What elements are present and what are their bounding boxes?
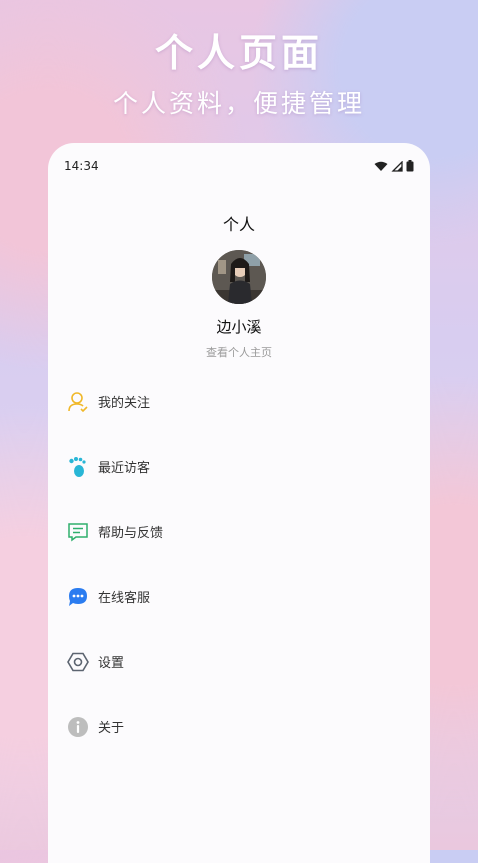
avatar[interactable] xyxy=(212,250,266,304)
promo-title: 个人页面 xyxy=(154,31,323,75)
status-bar: 14:34 xyxy=(64,157,414,175)
menu-label-recent-visitors: 最近访客 xyxy=(98,461,151,476)
menu-item-customer-service[interactable]: 在线客服 xyxy=(48,564,430,629)
username: 边小溪 xyxy=(216,318,262,336)
page-title: 个人 xyxy=(222,215,255,234)
menu-label-settings: 设置 xyxy=(98,656,125,671)
footprint-icon xyxy=(66,455,90,479)
status-icons xyxy=(374,160,414,172)
settings-hexagon-icon xyxy=(66,650,90,674)
menu-list: 我的关注 最近访客 帮助与反馈 在线客服 设置 关于 xyxy=(48,369,430,759)
phone-screen: 14:34 个人 边小溪 查看个人主页 我的关注 最近访客 帮助与反馈 在线客服… xyxy=(48,143,430,863)
menu-item-settings[interactable]: 设置 xyxy=(48,629,430,694)
menu-label-customer-service: 在线客服 xyxy=(98,591,151,606)
cellular-signal-icon xyxy=(391,160,403,172)
promo-subtitle: 个人资料，便捷管理 xyxy=(112,89,365,118)
battery-icon xyxy=(406,160,414,172)
menu-item-recent-visitors[interactable]: 最近访客 xyxy=(48,434,430,499)
info-icon xyxy=(66,715,90,739)
user-follow-icon xyxy=(66,390,90,414)
status-time: 14:34 xyxy=(64,159,99,173)
feedback-icon xyxy=(66,520,90,544)
menu-item-following[interactable]: 我的关注 xyxy=(48,369,430,434)
wifi-icon xyxy=(374,161,388,171)
chat-bubble-icon xyxy=(66,585,90,609)
menu-item-about[interactable]: 关于 xyxy=(48,694,430,759)
menu-item-help-feedback[interactable]: 帮助与反馈 xyxy=(48,499,430,564)
view-profile-link[interactable]: 查看个人主页 xyxy=(48,344,430,360)
menu-label-following: 我的关注 xyxy=(98,396,151,411)
menu-label-help-feedback: 帮助与反馈 xyxy=(98,526,164,541)
menu-label-about: 关于 xyxy=(98,721,125,736)
